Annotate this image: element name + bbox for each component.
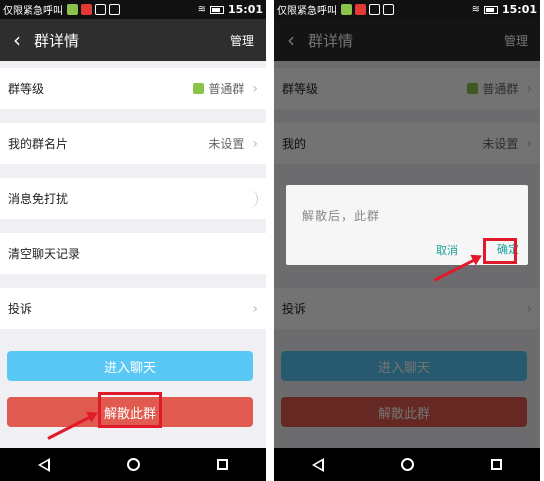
status-right: ≋ 15:01 (472, 3, 537, 16)
clock: 15:01 (501, 3, 537, 16)
battery-icon (483, 5, 498, 14)
tutorial-image: 仅限紧急呼叫 ≋ 15:01 ‹ 群详情 管理 群等级 普通群 › 我的群名片 … (0, 0, 544, 481)
status-bar: 仅限紧急呼叫 ≋ 15:01 (274, 0, 540, 19)
group-card-row[interactable]: 我的群名片 未设置 › (0, 123, 266, 164)
chevron-right-icon: › (252, 80, 258, 97)
back-nav-icon[interactable] (312, 457, 325, 472)
recents-nav-icon[interactable] (490, 459, 502, 470)
notification-icons (341, 4, 394, 15)
carrier-text: 仅限紧急呼叫 (277, 6, 337, 17)
sim-icon (383, 4, 394, 15)
mute-toggle[interactable] (244, 189, 258, 208)
wifi-icon: ≋ (197, 4, 206, 15)
status-bar: 仅限紧急呼叫 ≋ 15:01 (0, 0, 266, 19)
group-badge-icon (193, 83, 205, 94)
report-label: 投诉 (8, 302, 33, 316)
wifi-icon: ≋ (471, 4, 480, 15)
clear-history-label: 清空聊天记录 (8, 247, 81, 261)
manage-button[interactable]: 管理 (230, 32, 254, 49)
mute-label: 消息免打扰 (8, 192, 69, 206)
chevron-right-icon: › (252, 135, 258, 152)
app-icon (67, 4, 78, 15)
settings-list: 群等级 普通群 › 我的群名片 未设置 › 消息免打扰 清空聊天记录 投诉 › … (0, 61, 266, 448)
page-title: 群详情 (34, 31, 80, 50)
highlight-box-confirm (483, 238, 517, 264)
carrier-text: 仅限紧急呼叫 (3, 6, 63, 17)
group-card-value: 未设置 (208, 137, 245, 151)
dialog-cancel-button[interactable]: 取消 (436, 242, 458, 258)
weibo-icon (355, 4, 366, 15)
chevron-left-icon[interactable]: ‹ (0, 28, 34, 52)
image-icon (369, 4, 380, 15)
home-nav-icon[interactable] (400, 458, 414, 471)
status-right: ≋ 15:01 (198, 3, 263, 16)
app-icon (341, 4, 352, 15)
recents-nav-icon[interactable] (216, 459, 228, 470)
group-level-value: 普通群 (208, 82, 245, 96)
clock: 15:01 (227, 3, 263, 16)
sim-icon (109, 4, 120, 15)
title-bar: ‹ 群详情 管理 (0, 19, 266, 61)
group-level-row[interactable]: 群等级 普通群 › (0, 68, 266, 109)
group-level-label: 群等级 (8, 82, 45, 96)
nav-bar (274, 448, 540, 481)
highlight-box-dissolve (98, 392, 162, 428)
image-icon (95, 4, 106, 15)
enter-chat-button[interactable]: 进入聊天 (7, 351, 253, 381)
notification-icons (67, 4, 120, 15)
clear-history-row[interactable]: 清空聊天记录 (0, 233, 266, 274)
chevron-right-icon: › (252, 300, 258, 317)
group-card-label: 我的群名片 (8, 137, 69, 151)
phone-screen-left: 仅限紧急呼叫 ≋ 15:01 ‹ 群详情 管理 群等级 普通群 › 我的群名片 … (0, 0, 266, 481)
back-nav-icon[interactable] (38, 457, 51, 472)
home-nav-icon[interactable] (126, 458, 140, 471)
dialog-message: 解散后，此群 (302, 209, 381, 223)
report-row[interactable]: 投诉 › (0, 288, 266, 329)
phone-screen-right: 仅限紧急呼叫 ≋ 15:01 ‹ 群详情 管理 群等级 (274, 0, 540, 481)
battery-icon (209, 5, 224, 14)
weibo-icon (81, 4, 92, 15)
mute-row[interactable]: 消息免打扰 (0, 178, 266, 219)
nav-bar (0, 448, 266, 481)
